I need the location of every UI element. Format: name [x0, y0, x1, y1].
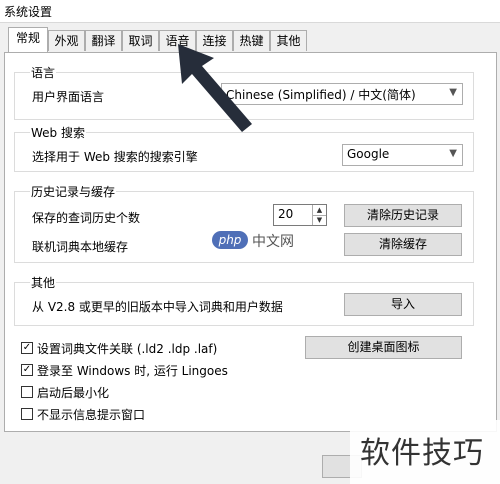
import-button[interactable]: 导入 — [344, 293, 462, 316]
language-group-title: 语言 — [30, 64, 57, 81]
history-group-title: 历史记录与缓存 — [30, 183, 117, 200]
search-engine-value: Google — [347, 147, 390, 161]
corner-watermark: 软件技巧 — [350, 420, 500, 484]
file-assoc-label: 设置词典文件关联 (.ld2 .ldp .laf) — [37, 342, 218, 356]
annotation-arrow-icon — [178, 44, 252, 132]
no-tips-checkbox[interactable] — [21, 408, 33, 420]
corner-watermark-text: 软件技巧 — [360, 436, 484, 471]
tab-capture[interactable]: 取词 — [122, 30, 159, 51]
chevron-down-icon[interactable]: ▼ — [312, 215, 326, 225]
file-assoc-checkbox[interactable]: ✓ — [21, 342, 33, 354]
php-site-watermark: 中文网 — [252, 234, 294, 250]
tab-appearance[interactable]: 外观 — [48, 30, 85, 51]
php-logo: php — [212, 231, 248, 249]
chevron-down-icon: ▼ — [449, 87, 457, 98]
title-bar: 系统设置 — [0, 0, 500, 23]
history-count-stepper[interactable]: 20 ▲ ▼ — [273, 204, 327, 226]
tab-other[interactable]: 其他 — [270, 30, 307, 51]
ui-language-label: 用户界面语言 — [32, 90, 105, 104]
search-engine-label: 选择用于 Web 搜索的搜索引擎 — [32, 150, 198, 164]
run-on-login-label: 登录至 Windows 时, 运行 Lingoes — [37, 364, 228, 378]
history-count-value: 20 — [278, 207, 294, 221]
tab-translation[interactable]: 翻译 — [85, 30, 122, 51]
create-shortcut-button[interactable]: 创建桌面图标 — [305, 336, 462, 359]
clear-cache-button[interactable]: 清除缓存 — [344, 233, 462, 256]
minimize-on-start-label: 启动后最小化 — [37, 386, 110, 400]
clear-history-button[interactable]: 清除历史记录 — [344, 204, 462, 227]
chevron-down-icon: ▼ — [449, 148, 457, 159]
cache-label: 联机词典本地缓存 — [32, 240, 129, 254]
web-search-group-title: Web 搜索 — [30, 124, 86, 141]
other-group-title: 其他 — [30, 274, 57, 291]
no-tips-label: 不显示信息提示窗口 — [37, 408, 146, 422]
tab-general[interactable]: 常规 — [8, 27, 48, 52]
minimize-on-start-checkbox[interactable] — [21, 386, 33, 398]
search-engine-select[interactable]: Google ▼ — [342, 144, 463, 166]
import-label: 从 V2.8 或更早的旧版本中导入词典和用户数据 — [32, 300, 283, 314]
run-on-login-checkbox[interactable]: ✓ — [21, 364, 33, 376]
history-count-label: 保存的查词历史个数 — [32, 211, 141, 225]
window-title: 系统设置 — [4, 5, 53, 19]
